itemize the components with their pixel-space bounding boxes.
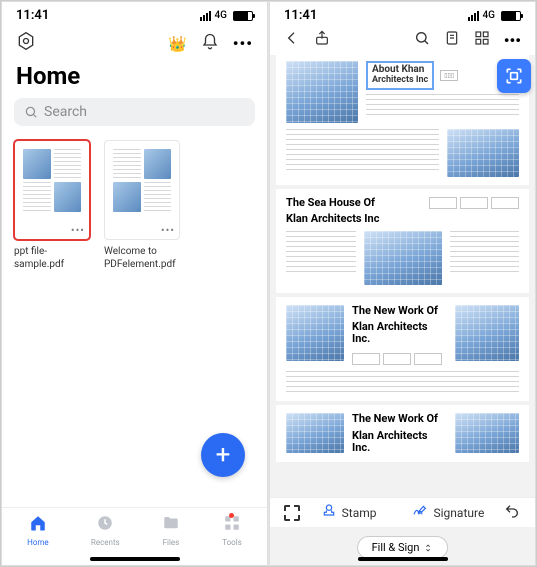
bell-icon[interactable]: [201, 33, 219, 55]
battery-icon: [233, 11, 253, 21]
about-title: About Khan: [372, 64, 424, 75]
section-title: The New Work Of: [352, 305, 447, 317]
settings-icon[interactable]: [16, 31, 36, 56]
file-thumbnail[interactable]: •••: [104, 140, 180, 240]
tab-home[interactable]: Home: [27, 514, 49, 547]
folder-icon: [162, 514, 180, 536]
scan-badge-icon[interactable]: [497, 59, 531, 93]
file-grid: ••• ppt file-sample.pdf ••• Welcome to P…: [2, 126, 267, 285]
bookmark-icon[interactable]: [444, 30, 460, 50]
stamp-button[interactable]: Stamp: [321, 503, 377, 523]
pdf-page: The New Work Of Klan Architects Inc.: [276, 297, 529, 401]
tab-label: Files: [163, 538, 180, 547]
grid-icon[interactable]: [474, 30, 490, 50]
status-network: 4G: [215, 10, 228, 21]
stamp-icon: [321, 503, 337, 523]
signature-icon: [411, 503, 429, 523]
section-title: Klan Architects Inc.: [352, 430, 447, 454]
status-time: 11:41: [284, 8, 317, 23]
clock-icon: [96, 514, 114, 536]
phone-right: 11:41 4G •••: [269, 1, 536, 566]
viewer-toolbar: •••: [270, 27, 535, 55]
section-title: Klan Architects Inc: [286, 213, 421, 225]
pdf-page: The New Work Of Klan Architects Inc.: [276, 405, 529, 461]
more-icon[interactable]: •••: [233, 34, 253, 53]
bottom-toolbar: Stamp Signature: [270, 497, 535, 527]
tab-label: Tools: [222, 538, 242, 547]
sort-icon: [423, 543, 433, 553]
file-item[interactable]: ••• ppt file-sample.pdf: [14, 140, 90, 271]
status-network: 4G: [483, 10, 496, 21]
search-input[interactable]: Search: [14, 98, 255, 126]
status-bar: 11:41 4G: [270, 2, 535, 27]
section-title: Klan Architects Inc.: [352, 321, 447, 345]
crop-icon[interactable]: [284, 505, 300, 521]
status-right: 4G: [468, 10, 522, 21]
tab-label: Home: [27, 538, 49, 547]
signature-button[interactable]: Signature: [411, 503, 485, 523]
add-button[interactable]: +: [201, 433, 245, 477]
pdf-page: The Sea House Of Klan Architects Inc: [276, 189, 529, 293]
signal-icon: [468, 11, 479, 21]
file-label: Welcome to PDFelement.pdf: [104, 246, 180, 271]
notification-dot: [229, 513, 234, 518]
battery-icon: [501, 11, 521, 21]
signature-label: Signature: [434, 506, 485, 520]
section-title: The Sea House Of: [286, 197, 421, 209]
status-time: 11:41: [16, 8, 49, 23]
undo-icon[interactable]: [503, 503, 521, 523]
document-viewport[interactable]: About Khan Architects Inc ▯▯▯ The Sea Ho…: [270, 55, 535, 565]
file-menu-icon[interactable]: •••: [71, 224, 85, 237]
pdf-page: About Khan Architects Inc ▯▯▯: [276, 55, 529, 185]
topbar: 👑 •••: [2, 27, 267, 58]
status-right: 4G: [200, 10, 254, 21]
file-label: ppt file-sample.pdf: [14, 246, 90, 271]
search-placeholder: Search: [44, 104, 87, 120]
tab-label: Recents: [91, 538, 120, 547]
file-thumbnail[interactable]: •••: [14, 140, 90, 240]
about-sub: Architects Inc: [372, 75, 428, 85]
crown-icon[interactable]: 👑: [168, 35, 187, 53]
search-icon[interactable]: [414, 30, 430, 50]
share-icon[interactable]: [314, 29, 330, 51]
file-item[interactable]: ••• Welcome to PDFelement.pdf: [104, 140, 180, 271]
tab-recents[interactable]: Recents: [91, 514, 120, 547]
stamp-label: Stamp: [342, 506, 377, 520]
home-indicator: [90, 557, 180, 561]
fill-sign-button[interactable]: Fill & Sign: [357, 536, 449, 559]
page-title: Home: [2, 58, 267, 98]
phone-left: 11:41 4G 👑 ••• Home Search: [1, 1, 268, 566]
file-menu-icon[interactable]: •••: [161, 224, 175, 237]
home-icon: [29, 514, 47, 536]
more-icon[interactable]: •••: [504, 31, 521, 50]
search-icon: [24, 105, 38, 119]
home-indicator: [358, 557, 448, 561]
signal-icon: [200, 11, 211, 21]
tab-files[interactable]: Files: [162, 514, 180, 547]
back-icon[interactable]: [284, 30, 300, 50]
fill-sign-label: Fill & Sign: [372, 541, 420, 554]
section-title: The New Work Of: [352, 413, 447, 425]
status-bar: 11:41 4G: [2, 2, 267, 27]
tab-tools[interactable]: Tools: [222, 514, 242, 547]
